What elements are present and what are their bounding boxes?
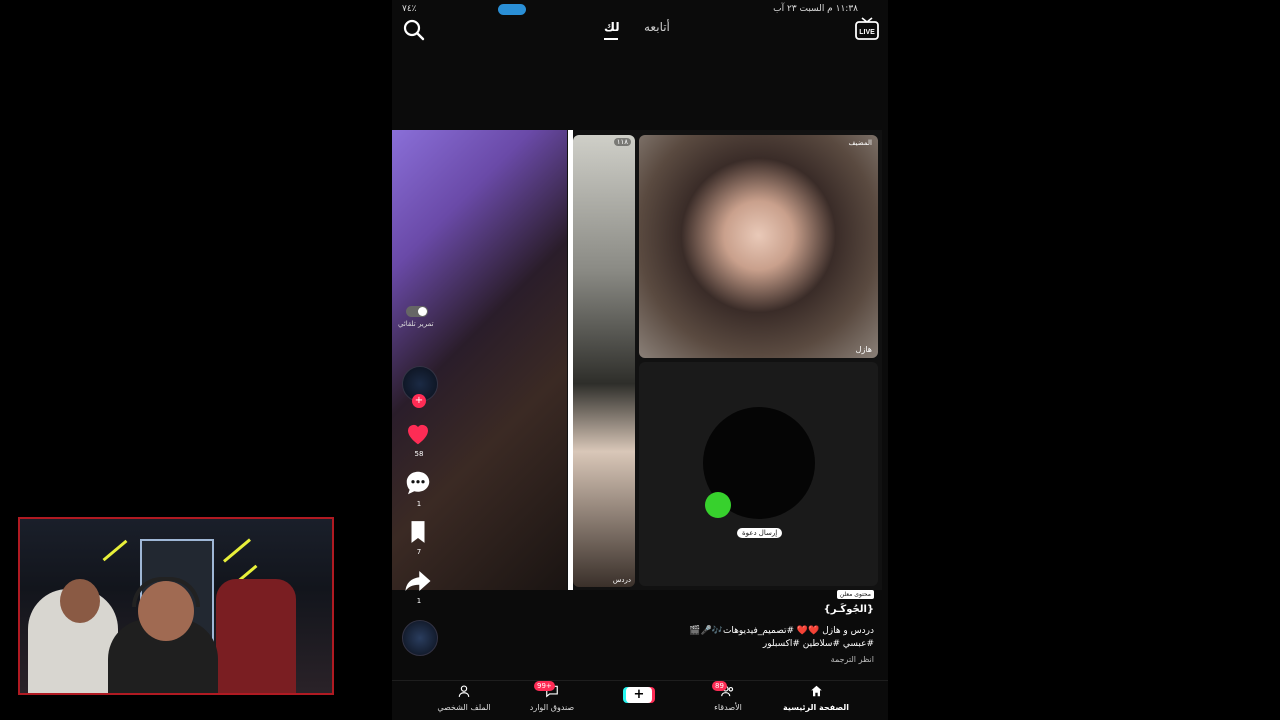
comment-icon[interactable] [403, 468, 433, 498]
status-icons: ٧٤٪ [402, 4, 417, 14]
top-nav: لك أتابعه LIVE [392, 14, 888, 50]
save-count: 7 [416, 548, 422, 556]
empty-guest-tile[interactable]: إرسال دعوة [639, 362, 878, 586]
nav-home[interactable]: الصفحة الرئيسية [776, 683, 856, 712]
caption-area: محتوى معلن {الجُوكَـر} دردس و هازل ❤️❤️ … [392, 590, 888, 680]
invite-button[interactable]: إرسال دعوة [737, 528, 783, 538]
live-tv-icon[interactable]: LIVE [854, 16, 880, 42]
streamer-left-head [60, 579, 100, 623]
video-player[interactable]: ١١٨ دردس المضيف هازل إرسال دعوة تمرير تل… [392, 130, 882, 590]
create-button[interactable]: + [626, 687, 652, 703]
home-icon [810, 685, 822, 697]
see-translation-link[interactable]: انظر الترجمة [831, 655, 874, 664]
follow-plus-icon[interactable]: + [412, 394, 426, 408]
caption-username[interactable]: {الجُوكَـر} [824, 604, 874, 615]
caption-text-line2[interactable]: #عبسي #سلاطين #اكسبلور [763, 639, 874, 649]
neon-light [102, 539, 128, 562]
inbox-badge: 99+ [534, 681, 555, 691]
autoscroll-label: تمرير تلقائي [398, 320, 434, 328]
autoscroll-toggle[interactable] [406, 306, 428, 317]
comment-count: 1 [416, 500, 422, 508]
tab-following[interactable]: أتابعه [644, 20, 670, 34]
status-time: ١١:٣٨ م السبت ٢٣ آب [773, 4, 858, 14]
nav-home-label: الصفحة الرئيسية [782, 703, 850, 712]
nav-inbox[interactable]: 99+ صندوق الوارد [512, 681, 592, 712]
nav-friends-label: الأصدقاء [714, 703, 742, 712]
guest-name: دردس [612, 576, 631, 584]
guest-tile[interactable]: ١١٨ دردس [573, 135, 635, 587]
nav-profile-label: الملف الشخصي [437, 703, 491, 712]
music-disc-icon[interactable] [402, 620, 438, 656]
speaking-indicator [705, 492, 731, 518]
svg-text:LIVE: LIVE [859, 29, 875, 36]
toggle-knob [418, 307, 427, 316]
host-tile[interactable]: المضيف هازل [639, 135, 878, 358]
caption-text-line1: دردس و هازل ❤️❤️ #تصميم_فيديوهات🎶🎤🎬 [689, 626, 874, 636]
host-name: هازل [855, 345, 872, 354]
bookmark-icon[interactable] [405, 518, 431, 546]
nav-inbox-label: صندوق الوارد [529, 703, 575, 712]
sponsor-badge: محتوى معلن [836, 590, 874, 599]
search-icon[interactable] [402, 18, 426, 42]
neon-light [223, 538, 251, 563]
friends-badge: 89 [712, 681, 727, 691]
heart-icon[interactable] [403, 418, 433, 448]
profile-icon [458, 685, 470, 697]
like-count: 58 [414, 450, 424, 458]
gaming-chair [216, 579, 296, 693]
host-tag: المضيف [848, 139, 872, 147]
tab-active-underline [604, 38, 618, 40]
webcam-overlay [18, 517, 334, 695]
phone-screen: ٧٤٪ ١١:٣٨ م السبت ٢٣ آب لك أتابعه LIVE ١… [392, 0, 888, 720]
guest-badge: ١١٨ [613, 138, 631, 146]
nav-profile[interactable]: الملف الشخصي [424, 683, 504, 712]
bottom-nav: الملف الشخصي 99+ صندوق الوارد + 89 الأصد… [392, 680, 888, 720]
nav-friends[interactable]: 89 الأصدقاء [688, 681, 768, 712]
tab-for-you[interactable]: لك [604, 20, 620, 34]
